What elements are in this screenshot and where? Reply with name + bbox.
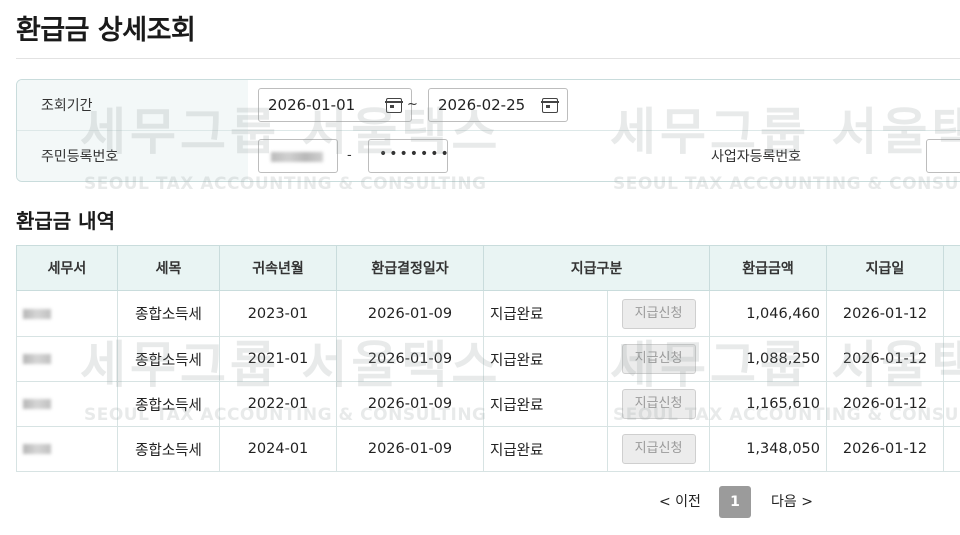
tax-item-cell: 종합소득세	[117, 290, 220, 337]
action-cell: 지급신청	[607, 290, 710, 337]
table-row: 종합소득세 2023-01 2026-01-09 지급완료 지급신청 1,046…	[16, 290, 960, 337]
calendar-icon[interactable]	[385, 98, 403, 113]
period-cell: 2021-01	[219, 336, 337, 382]
table-row: 종합소득세 2022-01 2026-01-09 지급완료 지급신청 1,165…	[16, 381, 960, 427]
business-number-input[interactable]	[926, 139, 960, 173]
tax-office-cell	[16, 336, 118, 382]
tax-item-cell: 종합소득세	[117, 426, 220, 472]
amount-cell: 1,046,460	[709, 290, 827, 337]
calendar-icon[interactable]	[541, 98, 559, 113]
header-payment-type: 지급구분	[483, 245, 710, 291]
amount-cell: 1,348,050	[709, 426, 827, 472]
status-cell: 지급완료	[483, 381, 608, 427]
search-row-divider	[17, 130, 960, 131]
page-title: 환급금 상세조회	[16, 15, 196, 46]
action-cell: 지급신청	[607, 381, 710, 427]
end-date-value: 2026-02-25	[438, 96, 526, 114]
decision-date-cell: 2026-01-09	[336, 290, 484, 337]
search-panel: 조회기간 2026-01-01 ~ 2026-02-25 주민등록번호 - ••…	[16, 79, 960, 182]
apply-payment-button[interactable]: 지급신청	[621, 389, 696, 419]
tax-office-cell	[16, 290, 118, 337]
status-cell: 지급완료	[483, 290, 608, 337]
masked-value: •••••••	[379, 146, 451, 162]
period-cell: 2022-01	[219, 381, 337, 427]
refund-table: 세무서 세목 귀속년월 환급결정일자 지급구분 환급금액 지급일 종합소득세 2…	[16, 245, 960, 472]
table-header-row: 세무서 세목 귀속년월 환급결정일자 지급구분 환급금액 지급일	[16, 245, 960, 291]
amount-cell: 1,165,610	[709, 381, 827, 427]
resident-number-label: 주민등록번호	[41, 149, 119, 165]
redacted-value	[23, 354, 51, 364]
status-cell: 지급완료	[483, 426, 608, 472]
tax-office-cell	[16, 381, 118, 427]
decision-date-cell: 2026-01-09	[336, 336, 484, 382]
header-tax-item: 세목	[117, 245, 220, 291]
start-date-value: 2026-01-01	[268, 96, 356, 114]
business-number-label: 사업자등록번호	[711, 149, 802, 165]
amount-cell: 1,088,250	[709, 336, 827, 382]
extra-cell	[943, 381, 960, 427]
end-date-input[interactable]: 2026-02-25	[428, 88, 568, 122]
pay-date-cell: 2026-01-12	[826, 290, 944, 337]
header-pay-date: 지급일	[826, 245, 944, 291]
extra-cell	[943, 426, 960, 472]
resident-number-back-input[interactable]: •••••••	[368, 139, 451, 173]
header-decision-date: 환급결정일자	[336, 245, 484, 291]
decision-date-cell: 2026-01-09	[336, 426, 484, 472]
table-row: 종합소득세 2024-01 2026-01-09 지급완료 지급신청 1,348…	[16, 426, 960, 472]
header-extra	[943, 245, 960, 291]
redacted-value	[23, 444, 51, 454]
table-row: 종합소득세 2021-01 2026-01-09 지급완료 지급신청 1,088…	[16, 336, 960, 382]
extra-cell	[943, 336, 960, 382]
redacted-value	[23, 308, 51, 319]
tax-item-cell: 종합소득세	[117, 336, 220, 382]
apply-payment-button[interactable]: 지급신청	[621, 344, 696, 374]
section-title: 환급금 내역	[16, 209, 115, 233]
redacted-value	[271, 152, 323, 162]
date-separator: ~	[407, 97, 418, 112]
pay-date-cell: 2026-01-12	[826, 336, 944, 382]
header-amount: 환급금액	[709, 245, 827, 291]
pay-date-cell: 2026-01-12	[826, 426, 944, 472]
apply-payment-button[interactable]: 지급신청	[621, 298, 696, 329]
apply-payment-button[interactable]: 지급신청	[621, 434, 696, 464]
period-cell: 2023-01	[219, 290, 337, 337]
header-tax-office: 세무서	[16, 245, 118, 291]
pagination-next[interactable]: 다음 >	[771, 486, 813, 518]
pay-date-cell: 2026-01-12	[826, 381, 944, 427]
action-cell: 지급신청	[607, 336, 710, 382]
start-date-input[interactable]: 2026-01-01	[258, 88, 412, 122]
pagination-prev[interactable]: < 이전	[659, 486, 701, 518]
redacted-value	[23, 399, 51, 409]
decision-date-cell: 2026-01-09	[336, 381, 484, 427]
period-cell: 2024-01	[219, 426, 337, 472]
resident-number-front-input[interactable]	[258, 139, 338, 173]
resident-number-separator: -	[347, 148, 352, 163]
tax-item-cell: 종합소득세	[117, 381, 220, 427]
period-label: 조회기간	[41, 98, 93, 114]
pagination-current-page[interactable]: 1	[719, 486, 751, 518]
header-period: 귀속년월	[219, 245, 337, 291]
action-cell: 지급신청	[607, 426, 710, 472]
title-divider	[16, 58, 960, 59]
status-cell: 지급완료	[483, 336, 608, 382]
tax-office-cell	[16, 426, 118, 472]
extra-cell	[943, 290, 960, 337]
